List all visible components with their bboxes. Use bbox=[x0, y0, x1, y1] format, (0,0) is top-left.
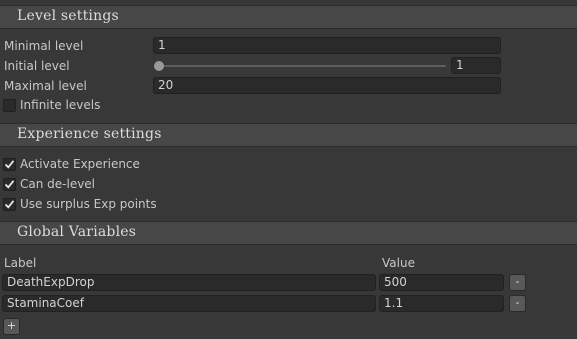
can-delevel-label: Can de-level bbox=[20, 177, 96, 191]
use-surplus-checkbox[interactable] bbox=[3, 198, 16, 211]
initial-level-slider-track[interactable] bbox=[158, 65, 446, 67]
variable-value-field[interactable]: 500 bbox=[379, 274, 504, 291]
variable-label-field[interactable]: StaminaCoef bbox=[2, 295, 376, 312]
remove-variable-button[interactable]: - bbox=[509, 295, 526, 312]
maximal-level-label: Maximal level bbox=[4, 79, 87, 93]
label-column-header: Label bbox=[4, 256, 37, 270]
maximal-level-field[interactable]: 20 bbox=[153, 77, 501, 94]
variable-value-field[interactable]: 1.1 bbox=[379, 295, 504, 312]
initial-level-label: Initial level bbox=[4, 59, 70, 73]
experience-settings-title: Experience settings bbox=[17, 126, 162, 142]
checkmark-icon bbox=[4, 200, 15, 209]
value-column-header: Value bbox=[382, 256, 415, 270]
inspector-panel: Level settings Minimal level 1 Initial l… bbox=[0, 0, 577, 339]
use-surplus-label: Use surplus Exp points bbox=[20, 197, 157, 211]
remove-variable-button[interactable]: - bbox=[509, 274, 526, 291]
can-delevel-checkbox[interactable] bbox=[3, 178, 16, 191]
experience-settings-header[interactable]: Experience settings bbox=[0, 123, 577, 147]
global-variables-title: Global Variables bbox=[17, 224, 137, 240]
checkmark-icon bbox=[4, 180, 15, 189]
level-settings-title: Level settings bbox=[17, 8, 119, 24]
variable-label-field[interactable]: DeathExpDrop bbox=[2, 274, 376, 291]
global-variables-header[interactable]: Global Variables bbox=[0, 221, 577, 245]
add-variable-button[interactable]: + bbox=[3, 318, 20, 335]
activate-experience-label: Activate Experience bbox=[20, 157, 140, 171]
level-settings-header[interactable]: Level settings bbox=[0, 5, 577, 29]
initial-level-field[interactable]: 1 bbox=[451, 57, 501, 74]
infinite-levels-checkbox[interactable] bbox=[3, 99, 16, 112]
activate-experience-checkbox[interactable] bbox=[3, 158, 16, 171]
initial-level-slider-thumb[interactable] bbox=[154, 61, 164, 71]
minimal-level-label: Minimal level bbox=[4, 39, 84, 53]
checkmark-icon bbox=[4, 160, 15, 169]
infinite-levels-label: Infinite levels bbox=[20, 98, 101, 112]
minimal-level-field[interactable]: 1 bbox=[153, 37, 501, 54]
